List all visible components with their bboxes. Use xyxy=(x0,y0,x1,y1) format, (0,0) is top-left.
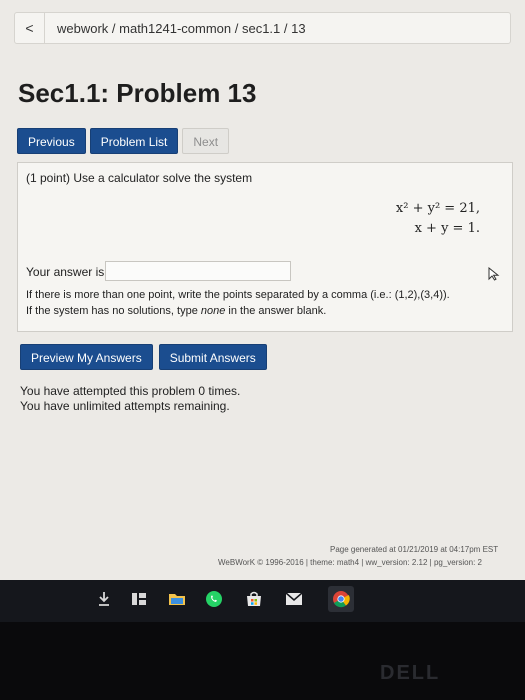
answer-format-hint: If there is more than one point, write t… xyxy=(26,289,450,301)
monitor-bezel: DELL xyxy=(0,622,525,700)
preview-answers-button[interactable]: Preview My Answers xyxy=(20,344,153,370)
previous-button[interactable]: Previous xyxy=(17,128,86,154)
problem-list-button[interactable]: Problem List xyxy=(89,128,179,154)
windows-taskbar xyxy=(0,580,525,622)
next-button: Next xyxy=(182,128,230,154)
answer-actions: Preview My Answers Submit Answers xyxy=(20,344,267,370)
attempts-remaining: You have unlimited attempts remaining. xyxy=(20,399,230,413)
problem-statement: (1 point) Use a calculator solve the sys… xyxy=(26,171,253,185)
no-solution-hint: If the system has no solutions, type non… xyxy=(26,305,327,317)
store-icon[interactable] xyxy=(243,588,265,610)
chrome-icon[interactable] xyxy=(328,586,354,612)
equation-2: x + y = 1. xyxy=(414,221,480,236)
none-keyword: none xyxy=(200,305,226,317)
breadcrumb: < webwork / math1241-common / sec1.1 / 1… xyxy=(14,12,511,44)
page-generated-time: Page generated at 01/21/2019 at 04:17pm … xyxy=(330,545,499,554)
folder-icon[interactable] xyxy=(166,588,188,610)
breadcrumb-path[interactable]: webwork / math1241-common / sec1.1 / 13 xyxy=(57,21,306,36)
answer-input[interactable] xyxy=(105,261,291,281)
mouse-cursor-icon xyxy=(488,266,500,284)
problem-panel: (1 point) Use a calculator solve the sys… xyxy=(17,162,513,332)
submit-answers-button[interactable]: Submit Answers xyxy=(158,344,267,370)
equation-1: x² + y² = 21, xyxy=(395,201,480,216)
chevron-left-icon: < xyxy=(25,20,34,36)
dell-logo: DELL xyxy=(380,662,441,684)
mail-icon[interactable] xyxy=(283,588,305,610)
browser-screen: < webwork / math1241-common / sec1.1 / 1… xyxy=(0,0,525,580)
whatsapp-icon[interactable] xyxy=(203,588,225,610)
answer-label: Your answer is xyxy=(26,265,105,279)
download-icon[interactable] xyxy=(93,588,115,610)
problem-nav: Previous Problem List Next xyxy=(17,128,230,154)
page-title: Sec1.1: Problem 13 xyxy=(18,78,257,108)
tiles-icon[interactable] xyxy=(128,588,150,610)
attempts-count: You have attempted this problem 0 times. xyxy=(20,384,241,398)
copyright-footer: WeBWorK © 1996-2016 | theme: math4 | ww_… xyxy=(218,558,482,567)
back-button[interactable]: < xyxy=(15,13,45,43)
